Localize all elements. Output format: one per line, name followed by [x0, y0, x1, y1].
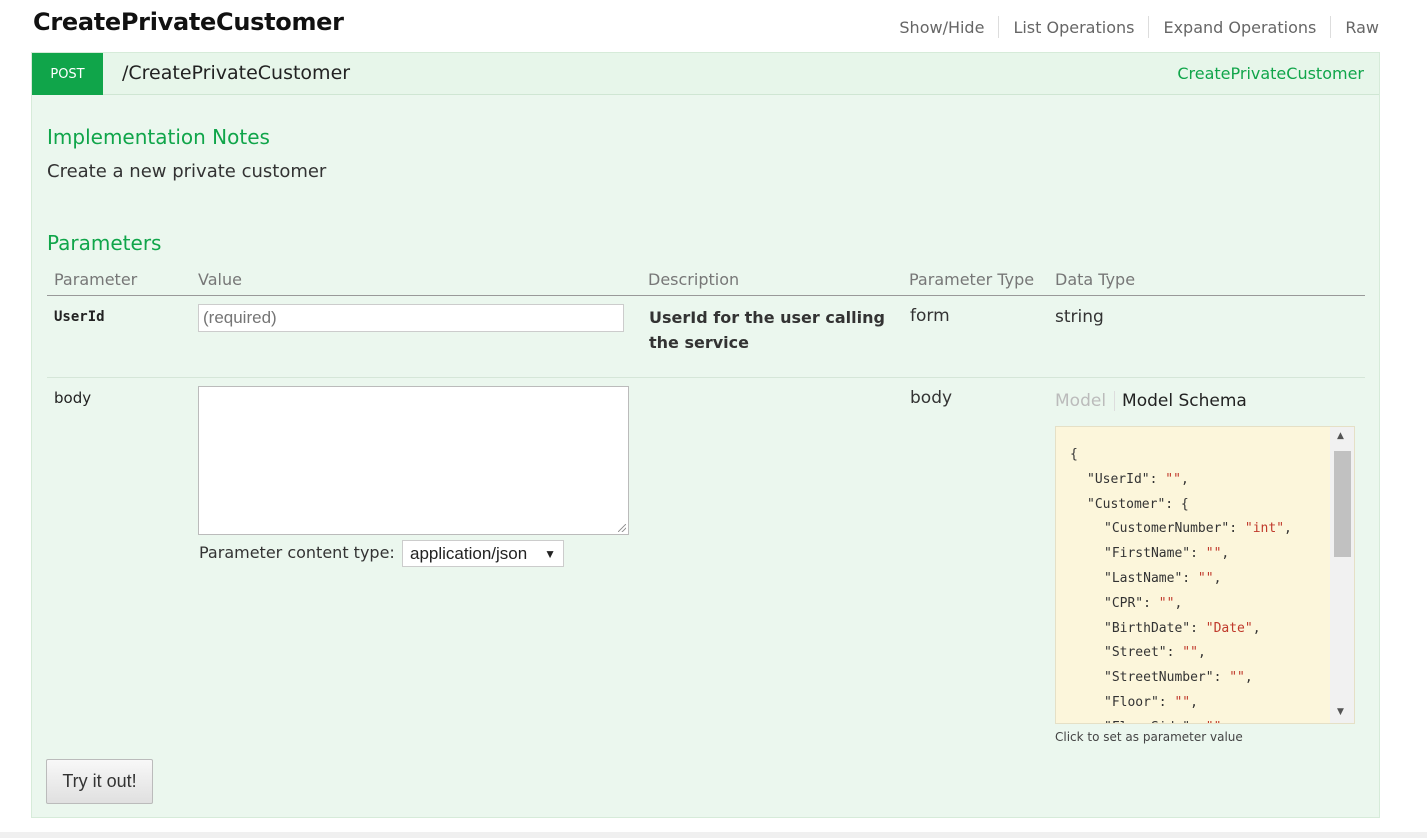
schema-punct: , [1174, 595, 1183, 611]
schema-line: "Floor": "", [1070, 691, 1292, 716]
resource-links: Show/Hide List Operations Expand Operati… [885, 16, 1379, 38]
data-type-userid: string [1055, 307, 1104, 327]
operation-heading[interactable]: POST /CreatePrivateCustomer CreatePrivat… [32, 53, 1379, 95]
schema-value: "" [1165, 471, 1181, 487]
content-type-select[interactable]: application/json ▼ [402, 540, 564, 567]
column-header-parameter: Parameter [54, 270, 138, 289]
schema-key: "Customer": { [1087, 496, 1189, 512]
scroll-up-arrow-icon[interactable]: ▲ [1337, 431, 1344, 441]
schema-punct: , [1221, 720, 1229, 723]
schema-line: "LastName": "", [1070, 567, 1292, 592]
schema-key: "BirthDate": [1104, 620, 1206, 636]
raw-link[interactable]: Raw [1331, 18, 1379, 37]
tab-model[interactable]: Model [1055, 391, 1116, 411]
operation-path[interactable]: /CreatePrivateCustomer [122, 62, 350, 84]
schema-line: "CPR": "", [1070, 592, 1292, 617]
schema-code[interactable]: { "UserId": "", "Customer": { "CustomerNumb… [1070, 443, 1292, 723]
schema-key: "FloorSide": [1104, 720, 1206, 723]
schema-value: "" [1229, 670, 1245, 686]
schema-key: { [1070, 447, 1078, 462]
model-signature-tabs: Model Model Schema [1055, 391, 1247, 411]
page-bottom-divider [0, 832, 1427, 838]
table-header-divider [47, 295, 1365, 296]
tab-model-schema[interactable]: Model Schema [1115, 391, 1247, 411]
operation-panel: POST /CreatePrivateCustomer CreatePrivat… [31, 52, 1380, 818]
schema-punct: , [1197, 645, 1206, 661]
operation-nickname-link[interactable]: CreatePrivateCustomer [1177, 64, 1364, 83]
schema-line: "StreetNumber": "", [1070, 666, 1292, 691]
schema-key: "LastName": [1104, 570, 1198, 586]
snippet-hint: Click to set as parameter value [1055, 730, 1243, 744]
schema-value: "int" [1244, 521, 1285, 537]
model-schema-snippet[interactable]: { "UserId": "", "Customer": { "CustomerNumb… [1055, 426, 1355, 724]
resize-grip-icon[interactable] [618, 524, 626, 532]
column-header-parameter-type: Parameter Type [909, 270, 1035, 289]
schema-line: "Street": "", [1070, 641, 1292, 666]
column-header-description: Description [648, 270, 740, 289]
schema-value: "" [1158, 595, 1175, 611]
column-header-data-type: Data Type [1055, 270, 1136, 289]
param-name-body: body [54, 389, 92, 407]
schema-key: "StreetNumber": [1104, 670, 1230, 686]
show-hide-link[interactable]: Show/Hide [885, 18, 998, 37]
schema-punct: , [1221, 546, 1230, 562]
param-description-userid: UserId for the user calling the service [649, 308, 885, 352]
schema-punct: , [1284, 521, 1292, 537]
schema-line: "Customer": { [1070, 493, 1292, 518]
scrollbar-thumb[interactable] [1334, 451, 1351, 557]
param-type-userid: form [910, 306, 950, 326]
content-type-value: application/json [410, 543, 528, 563]
row-divider [47, 377, 1365, 378]
try-it-out-button[interactable]: Try it out! [46, 759, 153, 804]
schema-key: "Street": [1104, 645, 1183, 661]
schema-punct: , [1180, 471, 1189, 487]
resource-title[interactable]: CreatePrivateCustomer [33, 8, 344, 36]
schema-line: "FirstName": "", [1070, 542, 1292, 567]
body-textarea[interactable] [198, 386, 629, 535]
userid-input[interactable] [198, 304, 624, 332]
schema-line: "BirthDate": "Date", [1070, 617, 1292, 642]
http-method-badge[interactable]: POST [32, 53, 103, 95]
content-type-label: Parameter content type: [199, 543, 395, 562]
param-type-body: body [910, 388, 953, 408]
schema-value: "" [1205, 546, 1222, 562]
schema-punct: , [1252, 620, 1261, 636]
schema-line: "FloorSide": "", [1070, 716, 1292, 723]
scroll-down-arrow-icon[interactable]: ▼ [1337, 707, 1344, 717]
schema-value: "" [1197, 570, 1214, 586]
schema-value: "" [1174, 694, 1191, 710]
snippet-scrollbar[interactable]: ▲ ▼ [1330, 427, 1354, 723]
parameters-heading: Parameters [47, 231, 162, 255]
expand-operations-link[interactable]: Expand Operations [1149, 18, 1330, 37]
schema-punct: , [1190, 694, 1198, 710]
schema-value: "" [1206, 720, 1222, 723]
list-operations-link[interactable]: List Operations [999, 18, 1148, 37]
implementation-notes-text: Create a new private customer [47, 161, 327, 182]
schema-line: "UserId": "", [1070, 468, 1292, 493]
schema-key: "Floor": [1104, 694, 1175, 710]
schema-punct: , [1244, 670, 1253, 686]
schema-key: "FirstName": [1104, 546, 1206, 562]
schema-value: "Date" [1205, 620, 1253, 636]
schema-line: "CustomerNumber": "int", [1070, 517, 1292, 542]
schema-key: "CustomerNumber": [1104, 521, 1245, 537]
schema-value: "" [1182, 645, 1198, 661]
schema-punct: , [1213, 570, 1222, 586]
implementation-notes-heading: Implementation Notes [47, 125, 270, 149]
param-name-userid: UserId [54, 309, 105, 325]
schema-line: { [1070, 443, 1292, 468]
column-header-value: Value [198, 270, 242, 289]
dropdown-caret-icon: ▼ [544, 546, 556, 561]
schema-key: "UserId": [1087, 471, 1166, 487]
schema-key: "CPR": [1104, 595, 1159, 611]
